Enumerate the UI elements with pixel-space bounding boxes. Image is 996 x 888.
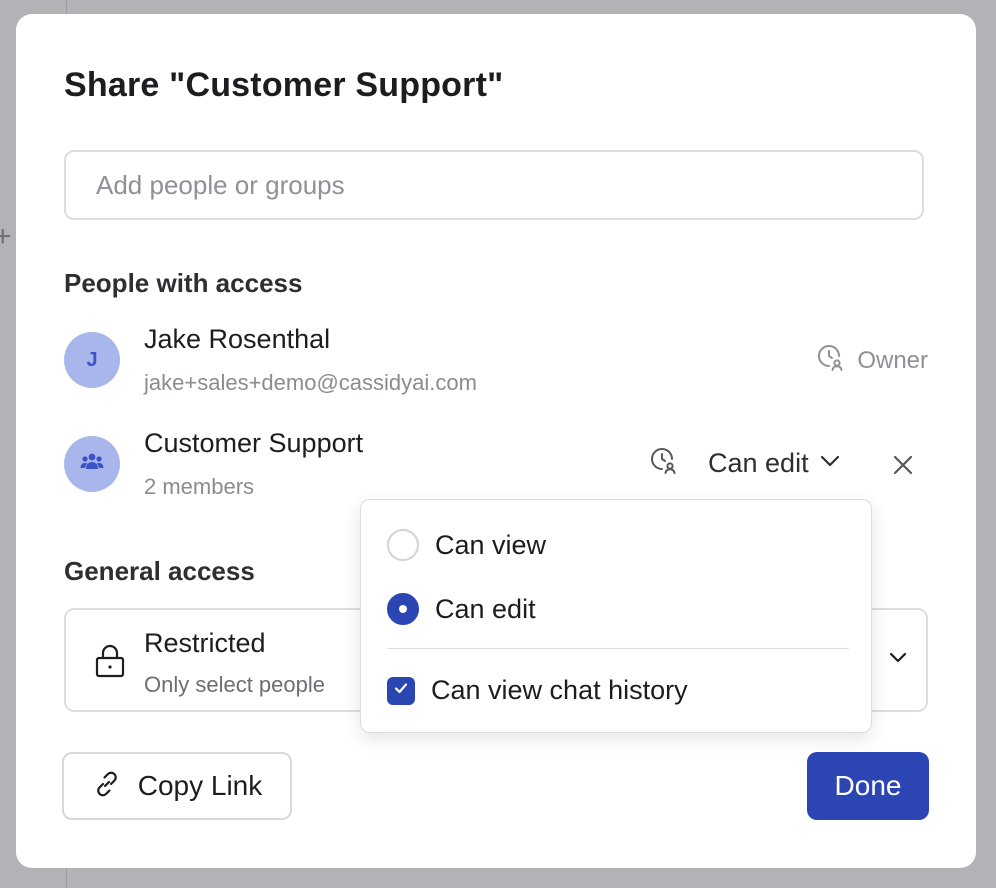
avatar-jake: J xyxy=(64,332,120,388)
history-user-icon xyxy=(817,344,845,377)
background-plus-icon: + xyxy=(0,220,12,253)
owner-role: Owner xyxy=(817,344,928,377)
people-with-access-heading: People with access xyxy=(64,268,303,298)
history-user-icon[interactable] xyxy=(650,447,678,480)
dialog-title: Share "Customer Support" xyxy=(64,66,504,104)
link-icon xyxy=(92,769,122,804)
group-icon xyxy=(80,452,104,477)
done-label: Done xyxy=(834,770,902,801)
copy-link-label: Copy Link xyxy=(137,770,263,801)
option-label: Can view chat history xyxy=(431,675,688,705)
group-name: Customer Support xyxy=(144,428,364,458)
option-chat-history[interactable]: Can view chat history xyxy=(387,675,688,706)
copy-link-button[interactable]: Copy Link xyxy=(62,752,292,820)
avatar-group xyxy=(64,436,120,492)
option-label: Can view xyxy=(435,529,547,560)
chevron-down-icon xyxy=(819,454,841,473)
person-name: Jake Rosenthal xyxy=(144,324,331,354)
checkmark-icon xyxy=(393,681,409,700)
search-field xyxy=(64,150,924,220)
avatar-initial: J xyxy=(86,348,98,371)
option-can-edit[interactable]: Can edit xyxy=(387,593,536,625)
lock-icon xyxy=(94,644,126,683)
general-access-description: Only select people xyxy=(144,672,325,697)
permission-menu: Can view Can edit Can view chat history xyxy=(360,499,872,733)
share-dialog: Share "Customer Support" People with acc… xyxy=(16,14,976,868)
chevron-down-icon xyxy=(888,650,908,668)
done-button[interactable]: Done xyxy=(807,752,929,820)
radio-can-view[interactable] xyxy=(387,529,419,561)
option-label: Can edit xyxy=(435,593,536,624)
chat-history-checkbox[interactable] xyxy=(387,676,415,705)
group-members-count: 2 members xyxy=(144,474,255,499)
close-icon xyxy=(890,455,916,482)
menu-divider xyxy=(387,648,849,649)
add-people-input[interactable] xyxy=(66,152,922,218)
radio-can-edit[interactable] xyxy=(387,593,419,625)
group-permission: Can edit xyxy=(650,447,841,480)
option-can-view[interactable]: Can view xyxy=(387,529,546,561)
permission-label: Can edit xyxy=(708,448,809,478)
remove-member-button[interactable] xyxy=(890,452,916,478)
person-email: jake+sales+demo@cassidyai.com xyxy=(144,370,477,395)
general-access-heading: General access xyxy=(64,556,255,586)
general-access-value: Restricted xyxy=(144,628,266,658)
owner-label: Owner xyxy=(857,346,928,374)
permission-dropdown-trigger[interactable]: Can edit xyxy=(708,448,841,479)
